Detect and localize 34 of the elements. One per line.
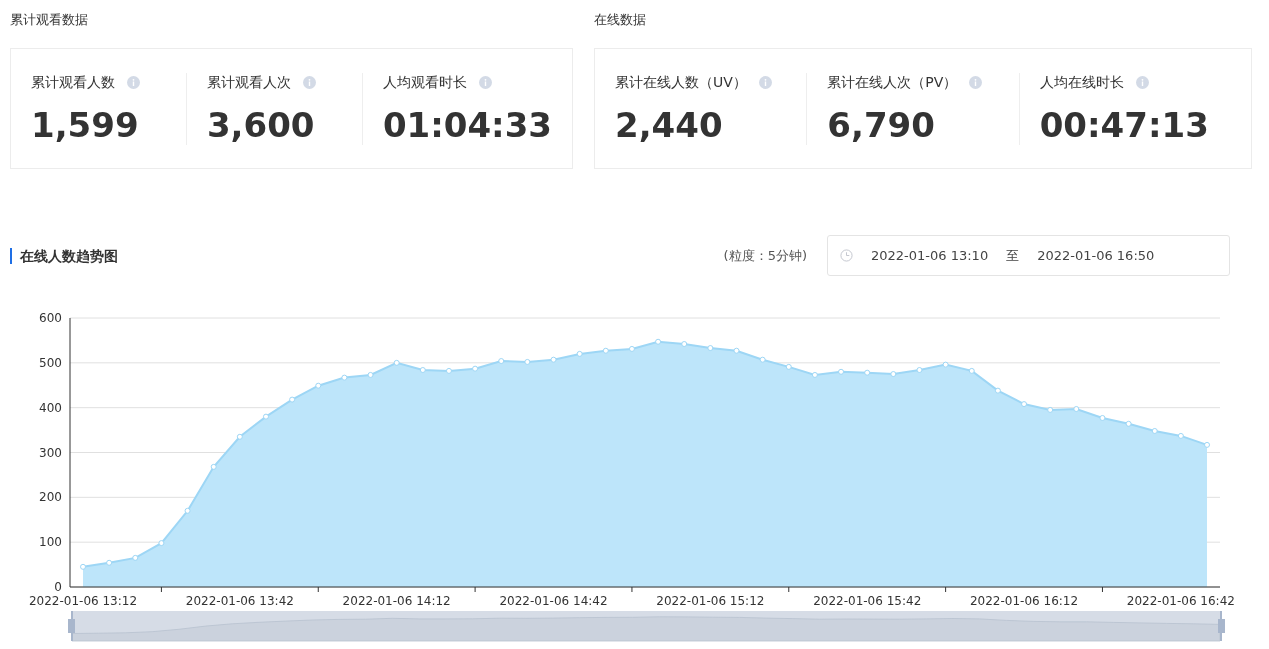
stat-value: 3,600: [206, 104, 316, 145]
stat-value: 6,790: [827, 104, 936, 145]
y-tick-label: 500: [39, 355, 62, 370]
section-title: 在线数据: [594, 11, 647, 29]
y-tick-label: 0: [54, 580, 62, 594]
x-tick-label: 2022-01-06 16:12: [969, 594, 1079, 608]
x-tick-label: 2022-01-06 15:12: [656, 594, 765, 608]
y-tick-label: 200: [39, 490, 62, 505]
y-tick-label: 400: [39, 400, 62, 415]
y-tick-label: 600: [39, 311, 62, 325]
stat-value: 1,599: [31, 104, 140, 145]
stat-label: 人均观看时长: [382, 73, 467, 92]
section-title: 累计观看数据: [10, 11, 89, 29]
x-tick-label: 2022-01-06 15:42: [813, 594, 922, 608]
end-date: 2022-01-06 16:50: [1037, 246, 1155, 265]
stat-label: 累计观看人数: [31, 73, 115, 92]
stat-label: 累计在线人数（UV）: [615, 73, 747, 92]
x-tick-label: 2022-01-06 14:42: [499, 594, 608, 608]
x-tick-label: 2022-01-06 13:42: [185, 594, 294, 608]
stat-label: 人均在线时长: [1039, 73, 1124, 92]
range-separator: 至: [1006, 246, 1020, 265]
chart-title: 在线人数趋势图: [10, 247, 118, 264]
x-tick-label: 2022-01-06 16:42: [1126, 594, 1235, 608]
stat-label: 累计观看人次: [206, 73, 291, 92]
x-tick-label: 2022-01-06 13:12: [28, 594, 138, 608]
stat-value: 00:47:13: [1039, 104, 1210, 145]
stat-value: 2,440: [615, 104, 724, 145]
start-date: 2022-01-06 13:10: [871, 246, 989, 265]
stat-label: 累计在线人次（PV）: [827, 73, 958, 92]
y-tick-label: 300: [39, 445, 62, 460]
y-tick-label: 100: [39, 535, 62, 550]
stat-value: 01:04:33: [382, 104, 552, 145]
granularity-text: (粒度：5分钟): [723, 246, 807, 265]
x-tick-label: 2022-01-06 14:12: [342, 594, 451, 608]
